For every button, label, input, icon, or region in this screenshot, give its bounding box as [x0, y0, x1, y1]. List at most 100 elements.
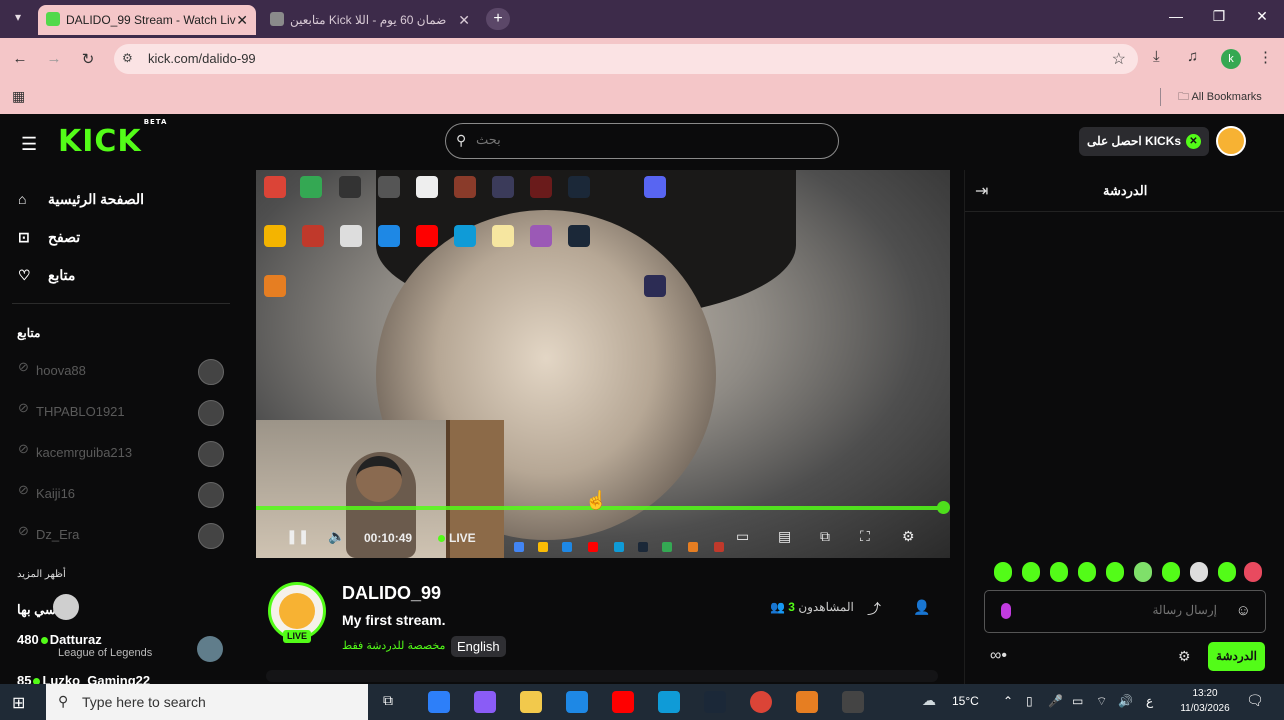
- search-input[interactable]: [476, 132, 796, 147]
- windows-start-icon[interactable]: ⊞: [12, 693, 25, 713]
- omnibox[interactable]: ⚙ kick.com/dalido-99 ☆: [114, 44, 1138, 74]
- share-icon[interactable]: ⤴: [867, 599, 881, 619]
- live-badge: LIVE: [283, 630, 311, 643]
- emote-icon[interactable]: [1106, 562, 1124, 582]
- all-bookmarks-button[interactable]: 🗀 All Bookmarks: [1178, 88, 1262, 107]
- profile-avatar[interactable]: k: [1221, 49, 1241, 69]
- follow-user-icon[interactable]: 👤: [913, 599, 930, 616]
- fullscreen-icon[interactable]: ⛶: [860, 528, 870, 545]
- outlook-icon[interactable]: [566, 691, 588, 713]
- microphone-app-icon[interactable]: [796, 691, 818, 713]
- taskbar-search[interactable]: ⚲ Type here to search: [46, 684, 368, 720]
- kicks-infinity-icon[interactable]: ∞•: [990, 647, 1007, 665]
- chat-input-box[interactable]: ☺: [984, 590, 1266, 633]
- tray-volume-icon[interactable]: 🔊: [1118, 694, 1133, 708]
- tab-active[interactable]: DALIDO_99 Stream - Watch Liv ✕: [38, 5, 256, 35]
- tray-network-icon[interactable]: ⌔: [1096, 694, 1107, 709]
- stream-category[interactable]: مخصصة للدردشة فقط: [342, 639, 445, 652]
- reload-icon[interactable]: ↻: [78, 50, 98, 68]
- tray-chevron-icon[interactable]: ⌃: [1003, 694, 1013, 708]
- tray-battery-icon[interactable]: ▭: [1072, 694, 1083, 708]
- site-info-icon[interactable]: ⚙: [122, 51, 133, 65]
- language-tag[interactable]: English: [451, 636, 506, 657]
- tab-close-icon[interactable]: ✕: [458, 12, 470, 29]
- temperature[interactable]: 15°C: [952, 694, 979, 708]
- sidebar-item-browse[interactable]: ⊡ تصفح: [18, 229, 80, 246]
- window-close-icon[interactable]: ✕: [1252, 8, 1272, 25]
- kick-logo[interactable]: KICKBETA: [58, 118, 166, 159]
- minimize-icon[interactable]: —: [1166, 8, 1186, 24]
- tab-close-icon[interactable]: ✕: [236, 12, 248, 29]
- sidebar-item-following[interactable]: ♡ متابع: [18, 267, 75, 284]
- followed-channel[interactable]: ⊘ kacemrguiba213: [18, 441, 226, 467]
- recommended-channel[interactable]: 85 Luzko_Gaming22: [17, 673, 227, 684]
- media-icon[interactable]: ♫: [1187, 48, 1198, 65]
- tray-mic-icon[interactable]: 🎤: [1048, 694, 1063, 708]
- emote-icon[interactable]: [994, 562, 1012, 582]
- obs-icon[interactable]: [842, 691, 864, 713]
- input-language[interactable]: ع: [1146, 694, 1153, 708]
- microphone-icon[interactable]: [1001, 603, 1011, 619]
- sidebar-item-home[interactable]: ⌂ الصفحة الرئيسية: [18, 191, 144, 208]
- video-player[interactable]: ❚❚ 🔈 00:10:49 LIVE ▭ ▤ ⧉ ⛶ ⚙ ☝: [242, 170, 962, 558]
- task-view-icon[interactable]: ⧉: [383, 692, 393, 709]
- followed-channel[interactable]: ⊘ hoova88: [18, 359, 226, 385]
- pause-icon[interactable]: ❚❚: [286, 528, 309, 545]
- tab-inactive[interactable]: متابعين Kick ضمان 60 يوم - اللا ✕: [262, 5, 478, 35]
- weather-icon[interactable]: ☁: [922, 692, 936, 709]
- desktop-icon: [416, 225, 438, 247]
- emote-icon[interactable]: [1134, 562, 1152, 582]
- settings-gear-icon[interactable]: ⚙: [902, 528, 915, 545]
- file-explorer-icon[interactable]: [520, 691, 542, 713]
- forward-icon[interactable]: →: [44, 50, 64, 67]
- get-kicks-button[interactable]: احصل على KICKs ✕: [1079, 127, 1209, 156]
- followed-channel[interactable]: ⊘ Kaiji16: [18, 482, 226, 508]
- tray-device-icon[interactable]: ▯: [1026, 694, 1033, 708]
- back-icon[interactable]: ←: [10, 50, 30, 67]
- webcam-person: [356, 456, 402, 502]
- url-text[interactable]: kick.com/dalido-99: [148, 51, 256, 66]
- emoji-icon[interactable]: ☺: [1236, 602, 1251, 619]
- recommended-channel[interactable]: 480 Datturaz League of Legends: [17, 632, 227, 666]
- hamburger-menu-icon[interactable]: ☰: [21, 134, 37, 155]
- new-tab-button[interactable]: +: [486, 8, 510, 30]
- apps-grid-icon[interactable]: ▦: [12, 88, 25, 105]
- store-icon[interactable]: [428, 691, 450, 713]
- notifications-icon[interactable]: 🗨: [1246, 692, 1264, 709]
- emote-icon[interactable]: [1078, 562, 1096, 582]
- chat-settings-icon[interactable]: ⚙: [1178, 648, 1191, 665]
- menu-dots-icon[interactable]: ⋮: [1258, 48, 1273, 66]
- volume-icon[interactable]: 🔈: [328, 528, 345, 545]
- channel-name[interactable]: DALIDO_99: [342, 583, 441, 604]
- chat-send-button[interactable]: الدردشة: [1208, 642, 1265, 671]
- youtube-icon[interactable]: [612, 691, 634, 713]
- search-bar[interactable]: ⚲: [445, 123, 839, 159]
- copilot-icon[interactable]: [474, 691, 496, 713]
- emote-icon[interactable]: [1190, 562, 1208, 582]
- emote-icon[interactable]: [1022, 562, 1040, 582]
- followed-channel[interactable]: ⊘ THPABLO1921: [18, 400, 226, 426]
- collapse-chat-icon[interactable]: ⇥: [975, 181, 988, 201]
- pip-icon[interactable]: ⧉: [820, 528, 830, 545]
- clip-icon[interactable]: ▤: [778, 528, 791, 545]
- chat-message-input[interactable]: [1025, 603, 1217, 617]
- progress-handle[interactable]: [937, 501, 950, 514]
- maximize-icon[interactable]: ❐: [1209, 8, 1229, 25]
- theater-mode-icon[interactable]: ▭: [736, 528, 749, 545]
- tab-search-icon[interactable]: ▾: [8, 10, 28, 28]
- edge-icon[interactable]: [658, 691, 680, 713]
- search-icon[interactable]: ⚲: [456, 132, 466, 149]
- emote-icon[interactable]: [1218, 562, 1236, 582]
- emote-icon[interactable]: [1162, 562, 1180, 582]
- steam-icon[interactable]: [704, 691, 726, 713]
- followed-channel[interactable]: ⊘ Dz_Era: [18, 523, 226, 549]
- user-avatar[interactable]: [1216, 126, 1246, 156]
- bookmark-star-icon[interactable]: ☆: [1112, 49, 1126, 69]
- recommended-channel[interactable]: سي بها: [17, 594, 227, 624]
- emote-icon[interactable]: [1244, 562, 1262, 582]
- download-icon[interactable]: ⤓: [1153, 48, 1160, 65]
- emote-icon[interactable]: [1050, 562, 1068, 582]
- chrome-icon[interactable]: [750, 691, 772, 713]
- show-more-link[interactable]: أظهر المزيد: [17, 569, 66, 580]
- taskbar-clock[interactable]: 13:20 11/03/2026: [1180, 686, 1230, 716]
